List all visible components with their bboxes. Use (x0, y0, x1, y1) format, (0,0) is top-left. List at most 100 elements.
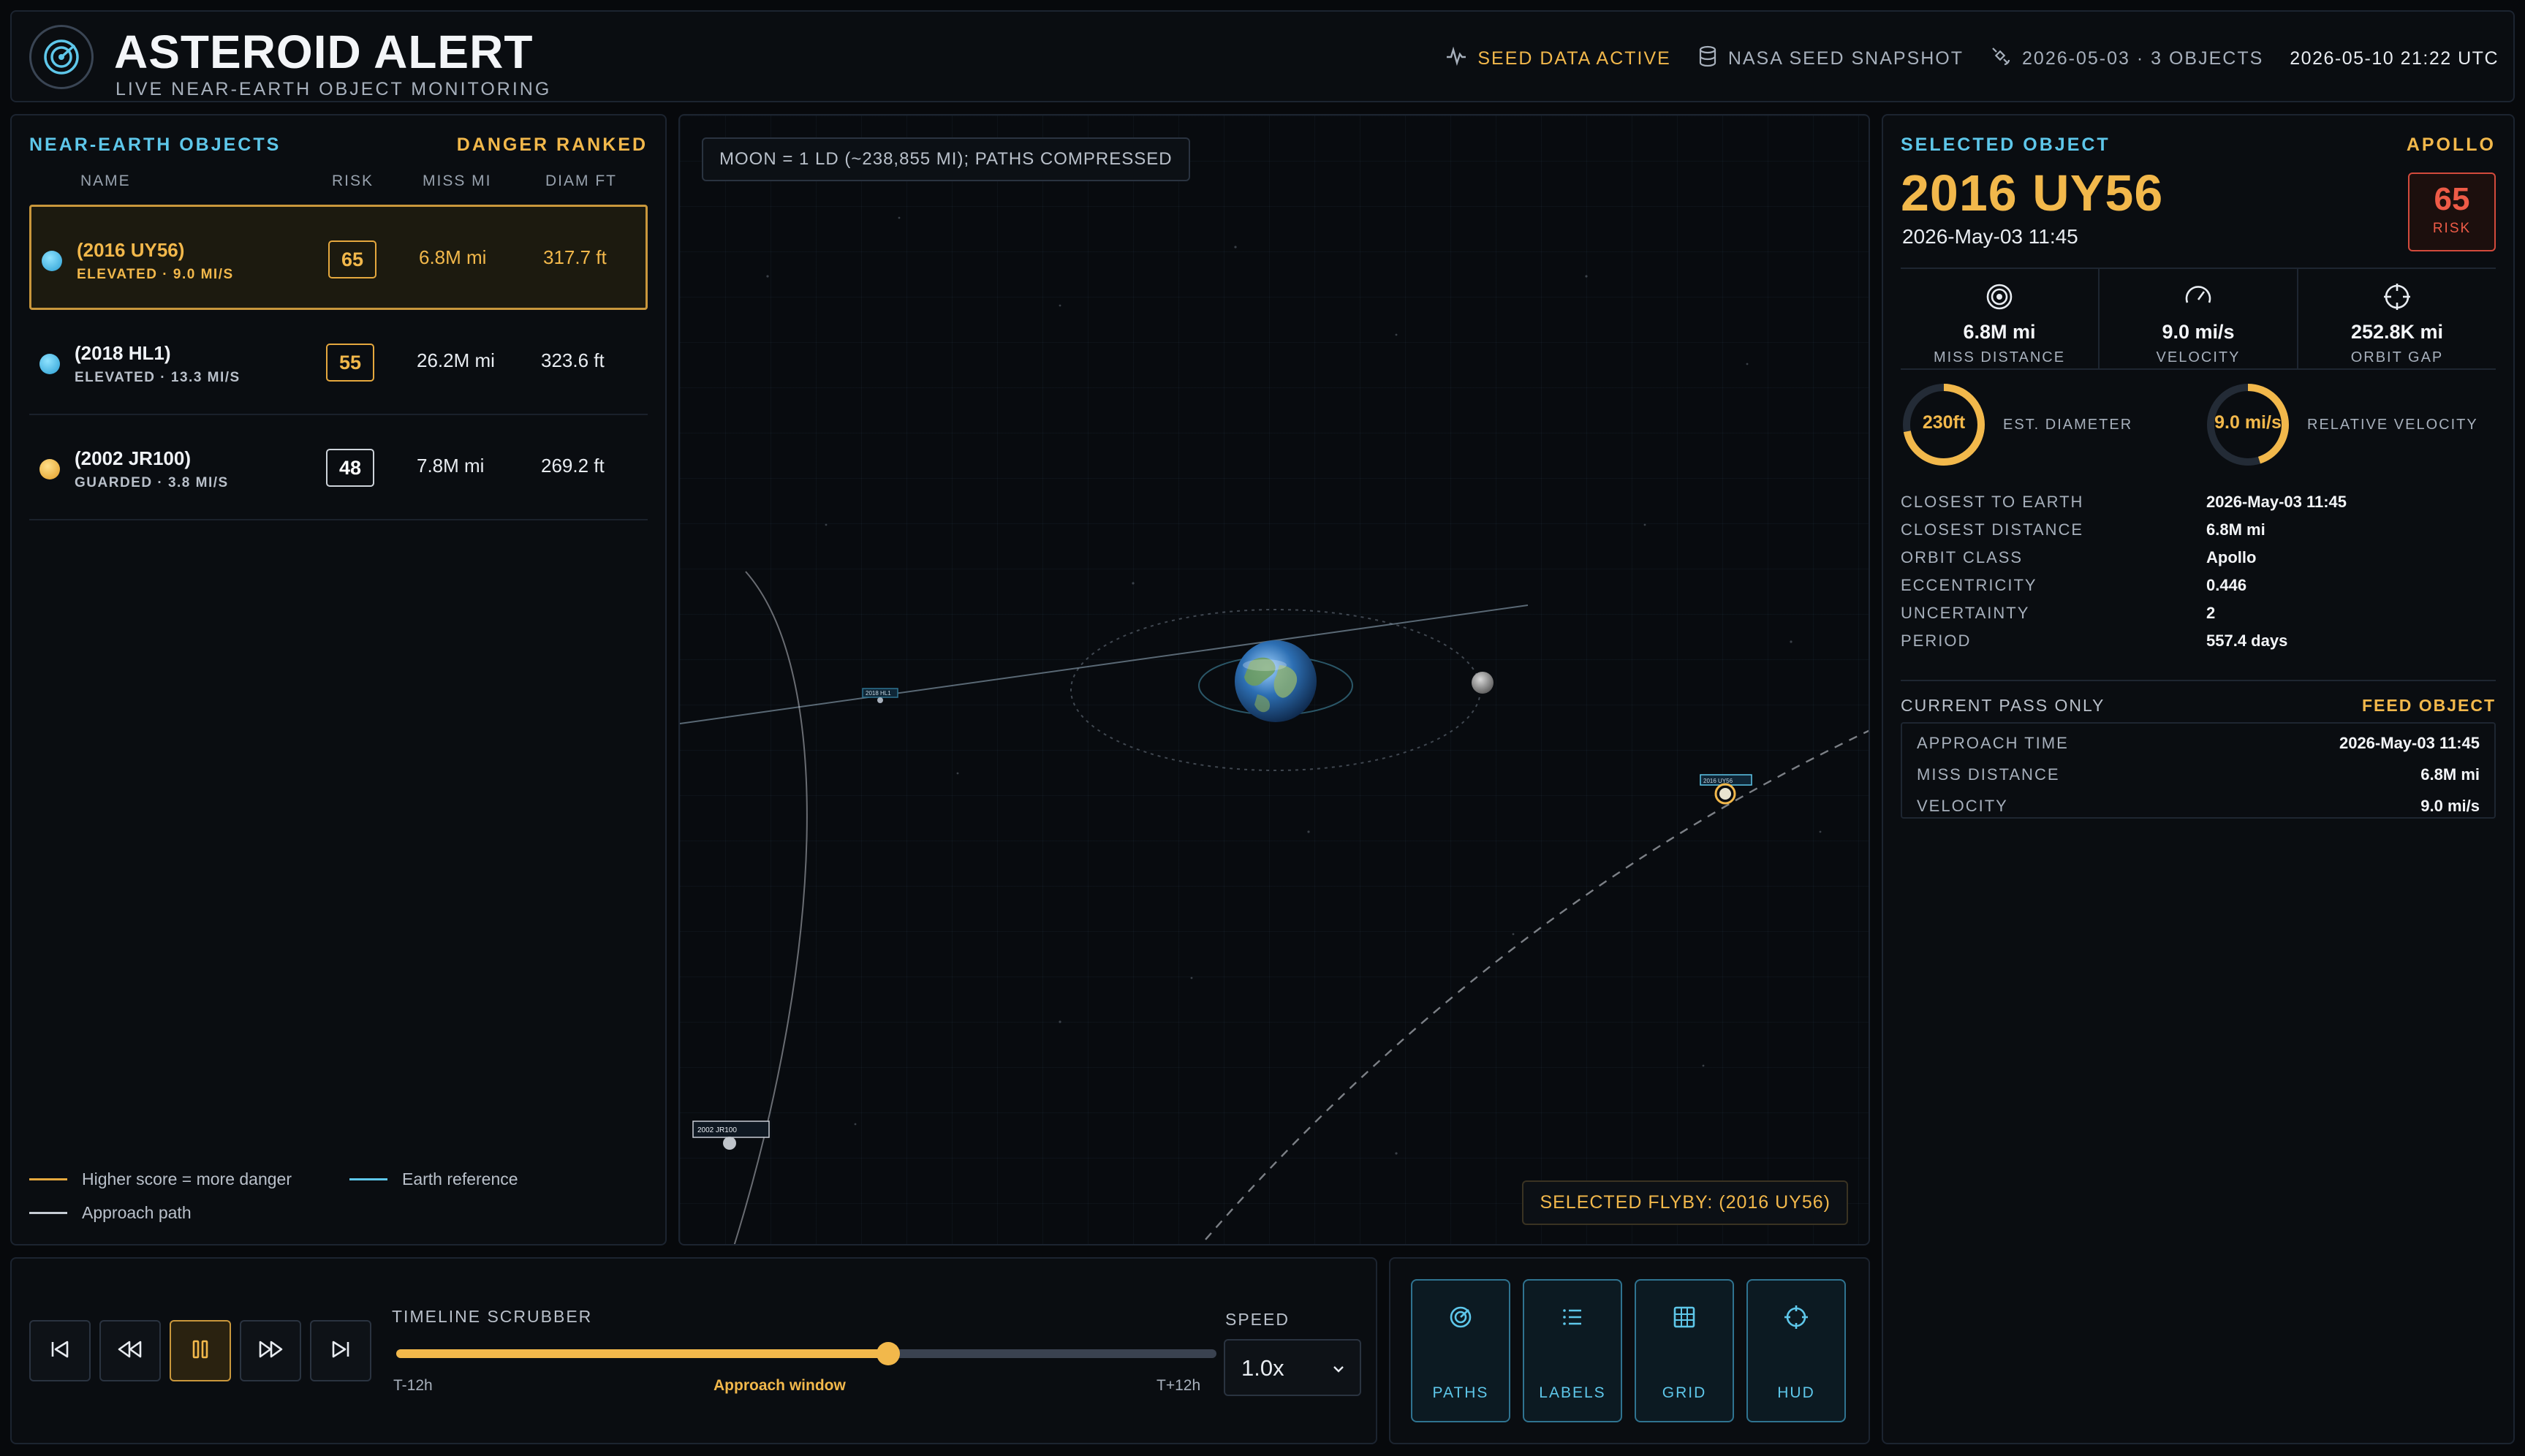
object-name: 2016 UY56 (1901, 164, 2164, 221)
object-dot-icon (39, 354, 60, 374)
skip-end-button[interactable] (310, 1320, 371, 1381)
toggle-labels[interactable]: LABELS (1523, 1279, 1622, 1422)
neo-table: (2016 UY56) ELEVATED · 9.0 MI/S 65 6.8M … (29, 205, 648, 520)
timeline-start: T-12h (393, 1377, 433, 1394)
stat-velocity: 9.0 mi/s VELOCITY (2100, 269, 2298, 368)
chevron-down-icon (1330, 1357, 1347, 1383)
legend-earth: Earth reference (349, 1169, 518, 1189)
timeline-scrubber[interactable] (396, 1342, 1216, 1365)
seed-data-status: SEED DATA ACTIVE (1445, 45, 1670, 72)
clock: 2026-05-10 21:22 UTC (2290, 48, 2499, 69)
header-status: SEED DATA ACTIVE NASA SEED SNAPSHOT 2026… (1445, 45, 2499, 72)
moon[interactable] (1472, 672, 1494, 694)
risk-badge: 48 (326, 449, 374, 487)
risk-score-badge: 65 RISK (2408, 172, 2496, 251)
toggle-paths[interactable]: PATHS (1411, 1279, 1510, 1422)
diameter-gauge: 230ft EST. DIAMETER (1901, 382, 2132, 468)
target-icon (1985, 284, 2014, 314)
table-header: NAME RISK MISS MI DIAM FT (29, 172, 648, 194)
current-pass-header: CURRENT PASS ONLY FEED OBJECT (1901, 680, 2496, 716)
detail-row: ECCENTRICITY 0.446 (1901, 576, 2247, 594)
table-row[interactable]: (2002 JR100) GUARDED · 3.8 MI/S 48 7.8M … (29, 415, 648, 520)
col-diam: DIAM FT (545, 172, 617, 189)
app-subtitle: LIVE NEAR-EARTH OBJECT MONITORING (116, 79, 552, 99)
velocity-gauge: 9.0 mi/s RELATIVE VELOCITY (2205, 382, 2478, 468)
feed-status: 2026-05-03 · 3 OBJECTS (1990, 45, 2263, 72)
rewind-icon (116, 1337, 144, 1365)
speed-select[interactable]: 1.0x (1224, 1339, 1361, 1396)
orbit-canvas: 2018 HL1 2016 UY56 2002 JR100 (680, 216, 1869, 1244)
snapshot-status: NASA SEED SNAPSHOT (1697, 45, 1964, 72)
panel-title: NEAR-EARTH OBJECTS (29, 134, 281, 155)
fast-forward-button[interactable] (240, 1320, 301, 1381)
pause-icon (188, 1337, 213, 1365)
svg-text:2016 UY56: 2016 UY56 (1703, 778, 1733, 784)
pause-button[interactable] (170, 1320, 231, 1381)
col-miss: MISS MI (423, 172, 492, 189)
earth-globe[interactable] (1235, 640, 1317, 722)
pass-row: VELOCITY 9.0 mi/s (1917, 797, 2480, 815)
orbit-paths-icon (1412, 1304, 1509, 1330)
risk-badge: 65 (328, 240, 376, 278)
approach-date: 2026-May-03 11:45 (1902, 225, 2078, 248)
detail-row: CLOSEST TO EARTH 2026-May-03 11:45 (1901, 493, 2347, 511)
toggle-hud[interactable]: HUD (1746, 1279, 1846, 1422)
object-marker-2018-hl1[interactable]: 2018 HL1 (862, 688, 898, 703)
object-dot-icon (39, 459, 60, 479)
object-dot-icon (42, 251, 62, 271)
col-name: NAME (80, 172, 131, 189)
pass-row: APPROACH TIME 2026-May-03 11:45 (1917, 734, 2480, 752)
view-toggles: PATHS LABELS GRID HUD (1389, 1257, 1870, 1444)
risk-badge: 55 (326, 344, 374, 382)
table-row[interactable]: (2018 HL1) ELEVATED · 13.3 MI/S 55 26.2M… (29, 310, 648, 415)
orbit-class-tag: APOLLO (2406, 134, 2496, 155)
speedometer-icon (2184, 286, 2213, 314)
timeline-progress (396, 1349, 889, 1358)
stat-orbit-gap: 252.8K mi ORBIT GAP (2298, 269, 2496, 368)
stat-miss-distance: 6.8M mi MISS DISTANCE (1901, 269, 2100, 368)
rewind-button[interactable] (99, 1320, 161, 1381)
detail-row: UNCERTAINTY 2 (1901, 604, 2216, 622)
approach-window-label: Approach window (713, 1377, 846, 1394)
pulse-icon (1445, 45, 1467, 72)
orbit-details: CLOSEST TO EARTH 2026-May-03 11:45 CLOSES… (1901, 493, 2496, 659)
detail-row: CLOSEST DISTANCE 6.8M mi (1901, 520, 2265, 539)
skip-back-icon (48, 1337, 72, 1365)
timeline-end: T+12h (1156, 1377, 1201, 1394)
legend-path: Approach path (29, 1203, 192, 1223)
fast-forward-icon (257, 1337, 284, 1365)
sort-mode[interactable]: DANGER RANKED (457, 134, 648, 156)
skip-forward-icon (328, 1337, 353, 1365)
object-marker-2002-jr100[interactable]: 2002 JR100 (692, 1121, 770, 1150)
key-stats: 6.8M mi MISS DISTANCE 9.0 mi/s VELOCITY … (1901, 268, 2496, 370)
speed-label: SPEED (1225, 1310, 1290, 1329)
satellite-icon (1990, 45, 2012, 72)
app-title: ASTEROID ALERT (114, 26, 534, 78)
radar-logo-icon (29, 25, 94, 89)
database-icon (1697, 45, 1718, 72)
selected-flyby-badge: SELECTED FLYBY: (2016 UY56) (1522, 1180, 1848, 1225)
object-detail-panel: SELECTED OBJECT APOLLO 2016 UY56 2026-Ma… (1882, 114, 2515, 1444)
crosshair-icon (1748, 1304, 1844, 1330)
list-icon (1524, 1304, 1621, 1330)
toggle-grid[interactable]: GRID (1635, 1279, 1734, 1422)
orbit-map[interactable]: 2018 HL1 2016 UY56 2002 JR100 MOON = 1 L… (678, 114, 1870, 1245)
legend-score: Higher score = more danger (29, 1169, 292, 1189)
crosshair-icon (2382, 284, 2412, 314)
neo-list-panel: NEAR-EARTH OBJECTS DANGER RANKED NAME RI… (10, 114, 667, 1245)
skip-start-button[interactable] (29, 1320, 91, 1381)
object-marker-2016-uy56[interactable]: 2016 UY56 (1700, 774, 1752, 805)
scale-note: MOON = 1 LD (~238,855 MI); PATHS COMPRES… (702, 137, 1190, 181)
timeline-controls: TIMELINE SCRUBBER T-12h Approach window … (10, 1257, 1377, 1444)
table-row[interactable]: (2016 UY56) ELEVATED · 9.0 MI/S 65 6.8M … (29, 205, 648, 310)
detail-row: ORBIT CLASS Apollo (1901, 548, 2257, 566)
svg-text:2002 JR100: 2002 JR100 (697, 1126, 737, 1134)
detail-row: PERIOD 557.4 days (1901, 632, 2288, 650)
scrubber-handle[interactable] (877, 1342, 901, 1365)
grid-icon (1636, 1304, 1733, 1330)
col-risk: RISK (332, 172, 374, 189)
app-header: ASTEROID ALERT LIVE NEAR-EARTH OBJECT MO… (10, 10, 2515, 102)
timeline-label: TIMELINE SCRUBBER (392, 1307, 593, 1326)
panel-title: SELECTED OBJECT (1901, 134, 2111, 155)
svg-text:2018 HL1: 2018 HL1 (866, 690, 891, 697)
